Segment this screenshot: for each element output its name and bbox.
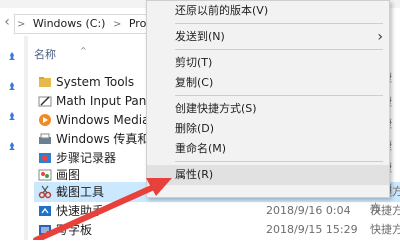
column-header-name[interactable]: ^ 名称 <box>34 44 154 66</box>
submenu-arrow-icon: › <box>377 29 383 45</box>
navigation-scrollbar[interactable] <box>24 36 28 240</box>
menu-separator <box>175 95 383 96</box>
folder-icon <box>38 75 52 89</box>
menu-item-label: 发送到(N) <box>175 30 225 43</box>
back-arrow-icon[interactable]: ‹ <box>0 8 14 36</box>
address-bar[interactable]: > Windows (C:) > Program <box>14 14 162 34</box>
menu-item-label: 重命名(M) <box>175 142 227 155</box>
pin-icon <box>6 108 18 120</box>
breadcrumb-drive[interactable]: Windows (C:) <box>31 17 108 30</box>
menu-separator <box>175 161 383 162</box>
file-name: Math Input Panel <box>56 94 158 108</box>
menu-item-label: 删除(D) <box>175 122 215 135</box>
file-name: Windows Media <box>56 113 150 127</box>
file-name: System Tools <box>56 75 135 89</box>
menu-item-label: 属性(R) <box>175 168 214 181</box>
menu-item-label: 复制(C) <box>175 76 214 89</box>
menu-item-send-to[interactable]: 发送到(N) › <box>147 27 389 47</box>
pen-app-icon <box>38 94 52 108</box>
pin-icon <box>6 78 18 90</box>
menu-separator <box>175 23 383 24</box>
menu-item-restore-previous-versions[interactable]: 还原以前的版本(V) <box>147 1 389 21</box>
list-item[interactable]: 快速助手 2018/9/16 0:04 快捷方 <box>34 201 400 221</box>
menu-item-copy[interactable]: 复制(C) <box>147 73 389 93</box>
paint-icon <box>38 168 52 182</box>
menu-item-properties[interactable]: 属性(R) <box>147 165 389 185</box>
file-name: 截图工具 <box>56 185 105 199</box>
pin-icon <box>6 138 18 150</box>
menu-item-label: 还原以前的版本(V) <box>175 4 269 17</box>
menu-item-cut[interactable]: 剪切(T) <box>147 53 389 73</box>
column-name-label: 名称 <box>34 48 56 61</box>
quick-assist-icon <box>38 204 52 218</box>
menu-item-create-shortcut[interactable]: 创建快捷方式(S) <box>147 99 389 119</box>
file-name: 快速助手 <box>56 204 105 218</box>
menu-item-label: 剪切(T) <box>175 56 213 69</box>
file-date: 2018/9/15 15:29 <box>266 223 358 236</box>
menu-item-label: 创建快捷方式(S) <box>175 102 257 115</box>
list-item[interactable]: 写字板 2018/9/15 15:29 快捷方 <box>34 220 400 240</box>
snipping-tool-icon <box>38 185 52 199</box>
menu-item-rename[interactable]: 重命名(M) <box>147 139 389 159</box>
wordpad-icon <box>38 223 52 237</box>
menu-separator <box>175 49 383 50</box>
fax-scan-icon <box>38 132 52 146</box>
breadcrumb-chevron-icon: > <box>112 19 122 30</box>
breadcrumb-chevron-icon: > <box>17 19 26 30</box>
file-name: 写字板 <box>56 223 93 237</box>
steps-recorder-icon <box>38 151 52 165</box>
pin-icon <box>6 48 18 60</box>
context-menu: 还原以前的版本(V) 发送到(N) › 剪切(T) 复制(C) 创建快捷方式(S… <box>146 0 390 198</box>
file-date: 2018/9/16 0:04 <box>266 204 351 217</box>
sort-caret-icon: ^ <box>80 46 87 55</box>
menu-item-delete[interactable]: 删除(D) <box>147 119 389 139</box>
media-player-icon <box>38 113 52 127</box>
